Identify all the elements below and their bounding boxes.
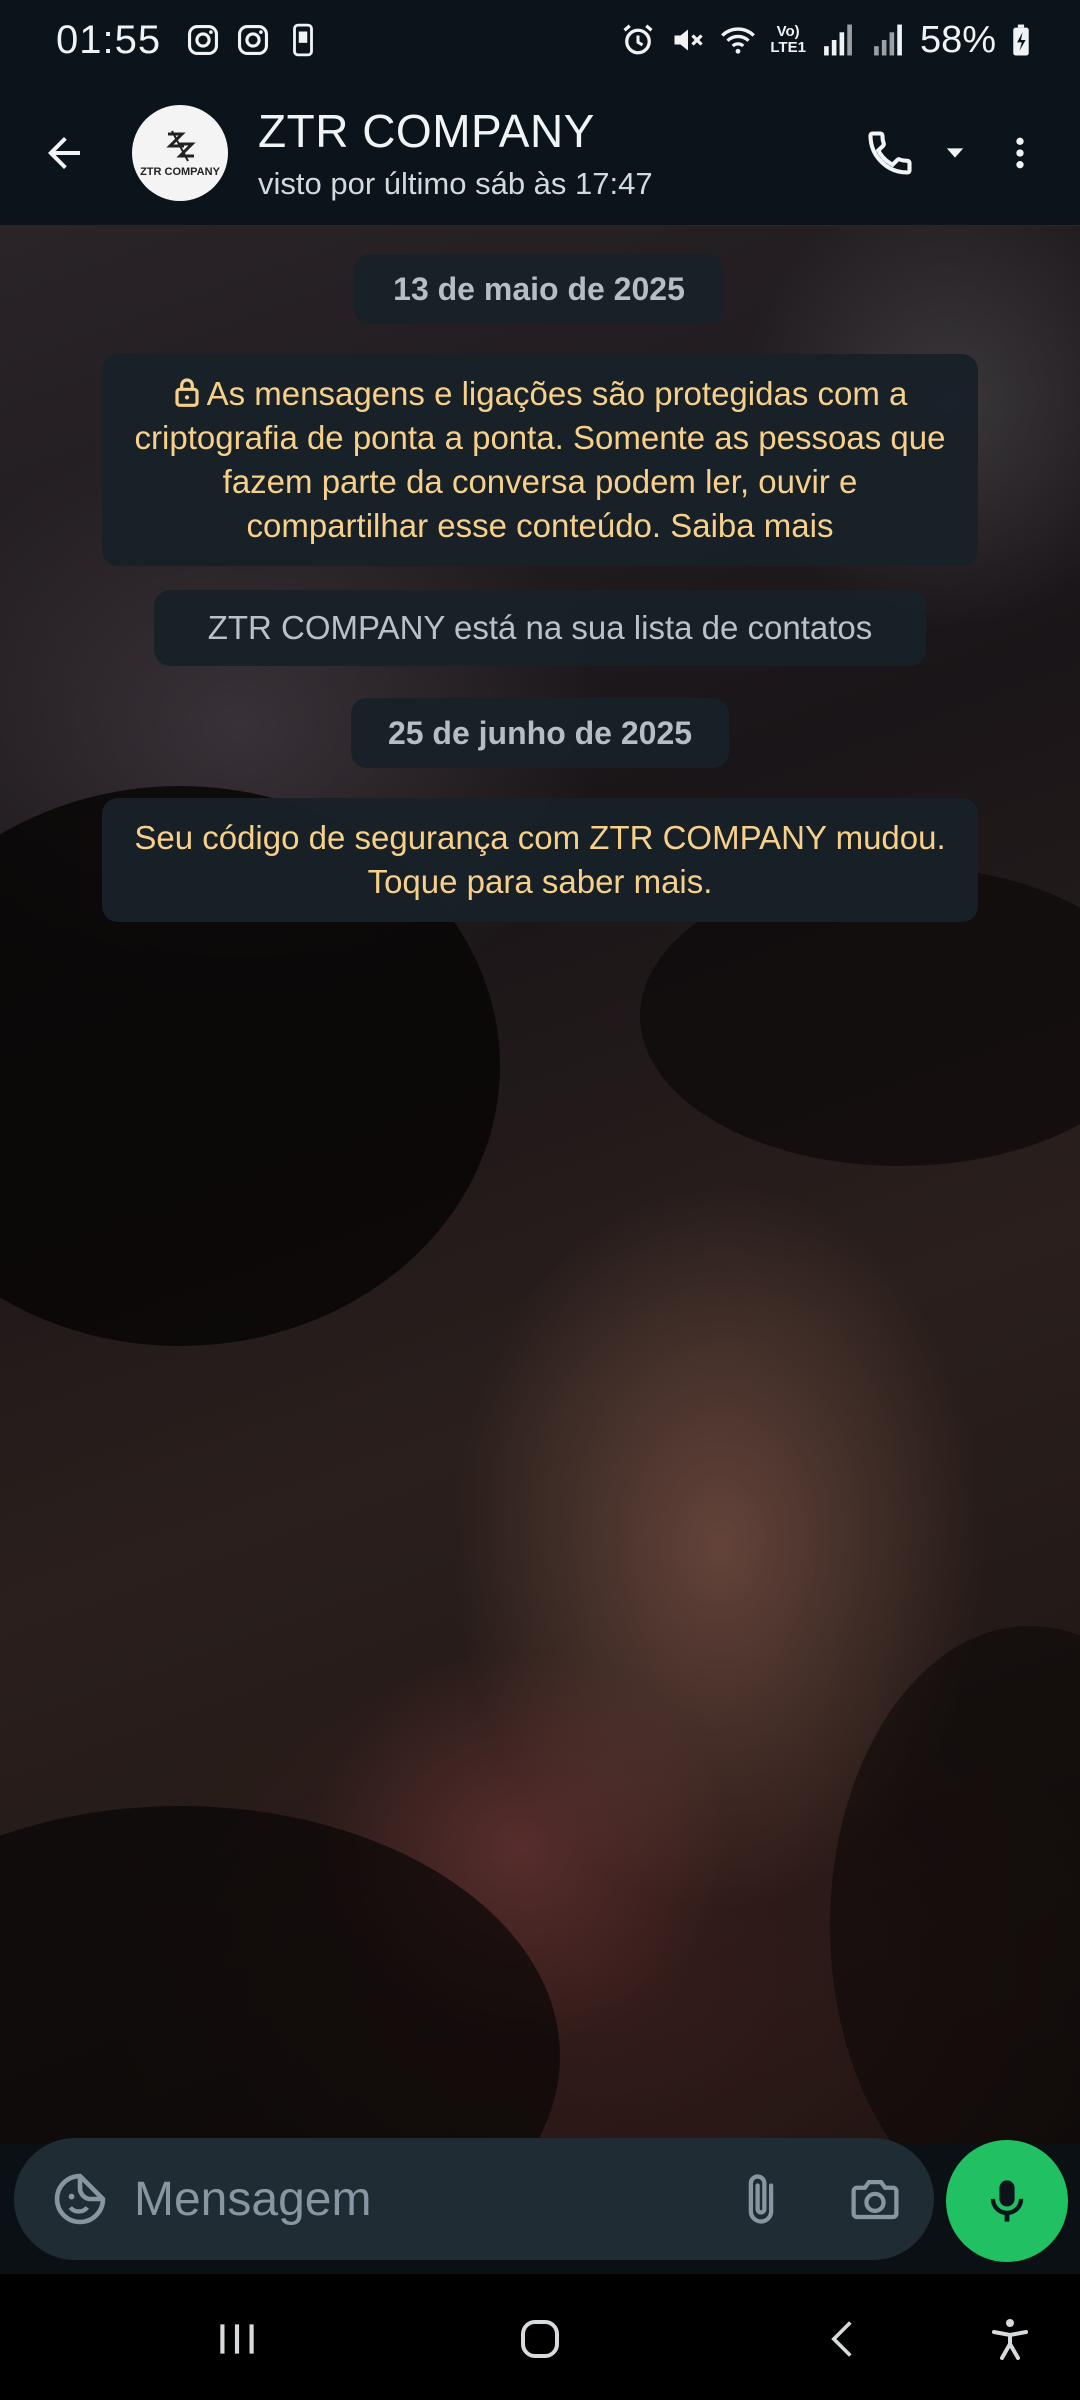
camera-button[interactable] bbox=[830, 2154, 920, 2244]
accessibility-button[interactable] bbox=[965, 2294, 1055, 2384]
voice-call-button[interactable] bbox=[850, 105, 930, 201]
contact-name: ZTR COMPANY bbox=[258, 104, 595, 157]
voice-message-button[interactable] bbox=[946, 2140, 1068, 2262]
accessibility-icon bbox=[992, 2319, 1028, 2360]
wallpaper-shape bbox=[0, 1806, 560, 2144]
camera-icon bbox=[851, 2179, 899, 2220]
signal-icon bbox=[820, 22, 856, 58]
caret-down-icon bbox=[946, 147, 964, 158]
status-bar: 01:55 Vo) LTE1 58% bbox=[0, 0, 1080, 80]
instagram-icon bbox=[235, 22, 271, 58]
contact-list-notice: ZTR COMPANY está na sua lista de contato… bbox=[154, 590, 926, 666]
sticker-icon bbox=[54, 2173, 106, 2225]
more-vertical-icon bbox=[1016, 137, 1024, 168]
back-button[interactable] bbox=[16, 105, 112, 201]
battery-percentage: 58% bbox=[919, 18, 996, 61]
encryption-notice-text: As mensagens e ligações são protegidas c… bbox=[134, 375, 946, 544]
signal-icon bbox=[870, 22, 906, 58]
paperclip-icon bbox=[748, 2174, 774, 2224]
message-input[interactable] bbox=[134, 2171, 694, 2227]
encryption-notice[interactable]: As mensagens e ligações são protegidas c… bbox=[102, 354, 978, 566]
chevron-left-icon bbox=[831, 2321, 852, 2357]
call-options-dropdown[interactable] bbox=[930, 105, 980, 201]
lock-icon bbox=[175, 378, 199, 407]
arrow-left-icon bbox=[48, 136, 80, 169]
chat-header: ZTR COMPANY ZTR COMPANY visto por último… bbox=[0, 80, 1080, 226]
recent-apps-icon bbox=[220, 2324, 254, 2354]
microphone-icon bbox=[990, 2180, 1024, 2222]
avatar-label: ZTR COMPANY bbox=[140, 165, 220, 178]
avatar[interactable]: ZTR COMPANY bbox=[132, 104, 228, 201]
security-code-notice[interactable]: Seu código de segurança com ZTR COMPANY … bbox=[102, 798, 978, 922]
system-nav-bar bbox=[0, 2274, 1080, 2400]
date-divider: 25 de junho de 2025 bbox=[351, 698, 729, 768]
contact-info[interactable]: ZTR COMPANY visto por último sáb às 17:4… bbox=[258, 104, 653, 202]
date-divider: 13 de maio de 2025 bbox=[354, 254, 724, 324]
sticker-button[interactable] bbox=[40, 2159, 120, 2239]
phone-notification-icon bbox=[285, 22, 321, 58]
instagram-icon bbox=[185, 22, 221, 58]
wallpaper-shape bbox=[830, 1626, 1080, 2144]
mute-icon bbox=[670, 22, 706, 58]
more-options-button[interactable] bbox=[980, 105, 1060, 201]
ztr-logo-icon bbox=[166, 130, 196, 161]
attach-button[interactable] bbox=[716, 2154, 806, 2244]
message-composer bbox=[14, 2138, 934, 2260]
battery-charging-icon bbox=[1010, 22, 1032, 58]
home-icon bbox=[521, 2320, 559, 2358]
wifi-icon bbox=[720, 22, 756, 58]
volte-icon: Vo) LTE1 bbox=[770, 23, 806, 56]
recent-apps-button[interactable] bbox=[192, 2294, 282, 2384]
phone-icon bbox=[868, 130, 912, 175]
home-button[interactable] bbox=[495, 2294, 585, 2384]
last-seen-status: visto por último sáb às 17:47 bbox=[258, 165, 653, 201]
back-nav-button[interactable] bbox=[798, 2294, 888, 2384]
status-time: 01:55 bbox=[56, 17, 162, 62]
alarm-icon bbox=[620, 22, 656, 58]
